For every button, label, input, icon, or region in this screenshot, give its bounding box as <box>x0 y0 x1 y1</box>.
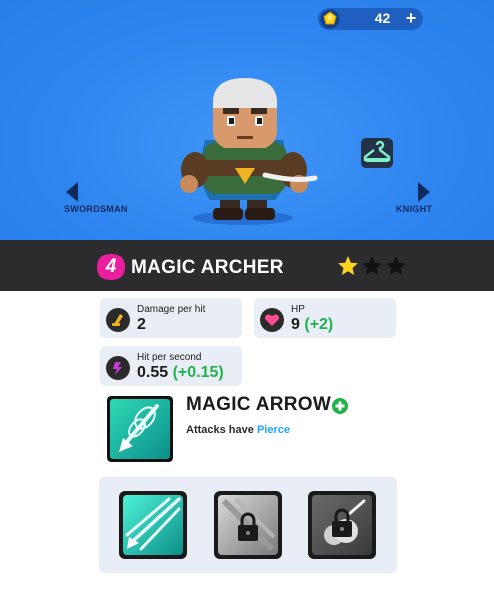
hit-rate-stat-card: Hit per second 0.55 (+0.15) <box>100 346 242 386</box>
hit-rate-value-row: 0.55 (+0.15) <box>137 364 224 382</box>
heart-icon <box>260 308 284 332</box>
ability-description: Attacks have Pierce <box>186 424 290 436</box>
upgrade-slot-locked[interactable] <box>214 491 282 559</box>
next-character-arrow-icon[interactable] <box>414 180 434 204</box>
star-icon-empty <box>362 256 382 275</box>
upgrade-slot-locked[interactable] <box>308 491 376 559</box>
locked-upgrade-icon <box>218 495 278 555</box>
add-currency-button[interactable]: + <box>403 9 419 27</box>
skin-button[interactable] <box>361 138 393 168</box>
star-icon-empty <box>386 256 406 275</box>
previous-character-arrow-icon[interactable] <box>62 180 82 204</box>
previous-character-label[interactable]: SWORDSMAN <box>64 204 128 214</box>
hp-value: 9 <box>291 316 300 333</box>
star-rating <box>338 256 406 275</box>
archer-character-image <box>180 78 318 225</box>
hanger-icon <box>363 140 391 162</box>
damage-icon <box>106 308 130 332</box>
character-name: MAGIC ARCHER <box>131 257 284 278</box>
damage-stat-card: Damage per hit 2 <box>100 298 242 338</box>
hit-rate-icon <box>106 356 130 380</box>
hp-label: HP <box>291 304 305 315</box>
ability-name: MAGIC ARROW <box>186 394 332 415</box>
hit-rate-value: 0.55 <box>137 364 169 381</box>
ability-description-prefix: Attacks have <box>186 424 257 436</box>
damage-label: Damage per hit <box>137 304 206 315</box>
triple-arrow-icon <box>123 495 183 555</box>
currency-counter[interactable]: 42 + <box>318 8 423 30</box>
character-level: 4 <box>105 256 117 277</box>
star-icon-filled <box>338 256 358 275</box>
hit-rate-bonus: (+0.15) <box>172 364 224 381</box>
next-character-label[interactable]: KNIGHT <box>396 204 432 214</box>
gem-icon <box>320 9 340 29</box>
hp-bonus: (+2) <box>304 316 334 333</box>
hit-rate-label: Hit per second <box>137 352 202 363</box>
upgrade-slot-triple-arrow[interactable] <box>119 491 187 559</box>
hp-value-row: 9 (+2) <box>291 316 333 334</box>
hero-area: 42 + SWORDSMAN KNIGHT <box>0 0 494 240</box>
upgrades-panel <box>99 477 397 573</box>
damage-value: 2 <box>137 316 146 333</box>
currency-amount: 42 <box>374 10 391 26</box>
ability-keyword[interactable]: Pierce <box>257 424 290 436</box>
ability-upgrade-plus-icon[interactable] <box>332 398 348 414</box>
locked-upgrade-icon <box>312 495 372 555</box>
hp-stat-card: HP 9 (+2) <box>254 298 396 338</box>
magic-arrow-ability-icon[interactable] <box>107 396 173 462</box>
